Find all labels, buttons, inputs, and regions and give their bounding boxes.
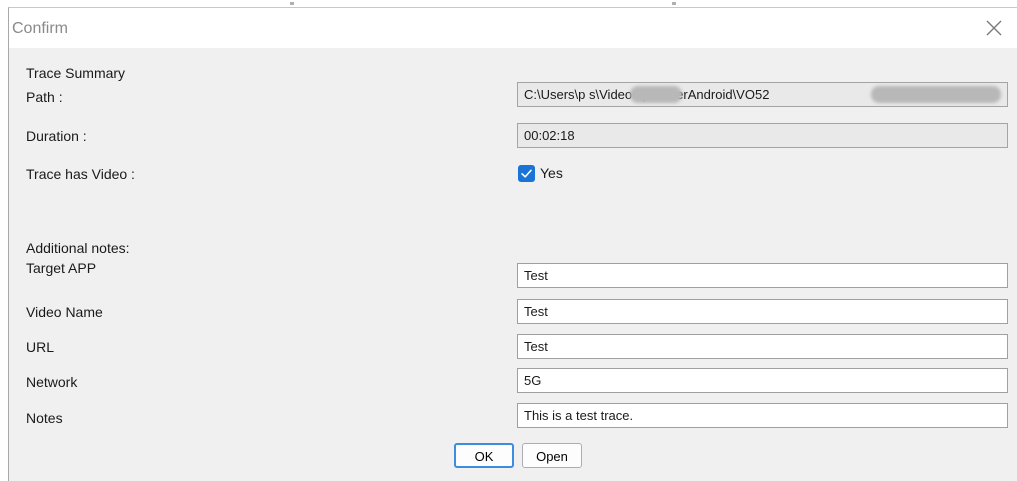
video-name-value: Test [524, 304, 548, 319]
background-divider [672, 2, 676, 5]
title-bar: Confirm [9, 8, 1017, 48]
dialog-title: Confirm [12, 20, 69, 37]
redaction-mask [630, 86, 682, 103]
network-label: Network [26, 374, 78, 390]
target-app-value: Test [524, 268, 548, 283]
url-value: Test [524, 339, 548, 354]
ok-button[interactable]: OK [454, 443, 514, 468]
target-app-label: Target APP [26, 260, 97, 276]
checkmark-icon [521, 169, 532, 178]
url-label: URL [26, 339, 55, 355]
duration-value: 00:02:18 [524, 128, 575, 143]
path-field[interactable]: C:\Users\p s\VideoOptimizerAndroid\VO52 [517, 82, 1008, 107]
notes-input[interactable]: This is a test trace. [517, 403, 1008, 428]
background-divider [290, 2, 294, 5]
close-icon [986, 20, 1002, 36]
confirm-dialog: Confirm Trace Summary Path : C:\Users\p … [8, 7, 1017, 481]
video-name-input[interactable]: Test [517, 299, 1008, 324]
network-value: 5G [524, 373, 542, 388]
target-app-input[interactable]: Test [517, 263, 1008, 288]
close-button[interactable] [981, 15, 1007, 41]
network-input[interactable]: 5G [517, 368, 1008, 393]
video-name-label: Video Name [26, 304, 103, 320]
video-checkbox-label: Yes [540, 165, 563, 181]
path-label: Path : [26, 89, 63, 105]
duration-label: Duration : [26, 128, 87, 144]
additional-notes-heading: Additional notes: [26, 240, 130, 256]
url-input[interactable]: Test [517, 334, 1008, 359]
duration-field[interactable]: 00:02:18 [517, 123, 1008, 148]
trace-has-video-label: Trace has Video : [26, 166, 135, 182]
trace-summary-heading: Trace Summary [26, 65, 126, 81]
open-button[interactable]: Open [522, 443, 582, 468]
redaction-mask [871, 86, 1001, 103]
notes-label: Notes [26, 410, 63, 426]
notes-value: This is a test trace. [524, 408, 634, 423]
video-checkbox[interactable] [518, 165, 535, 182]
